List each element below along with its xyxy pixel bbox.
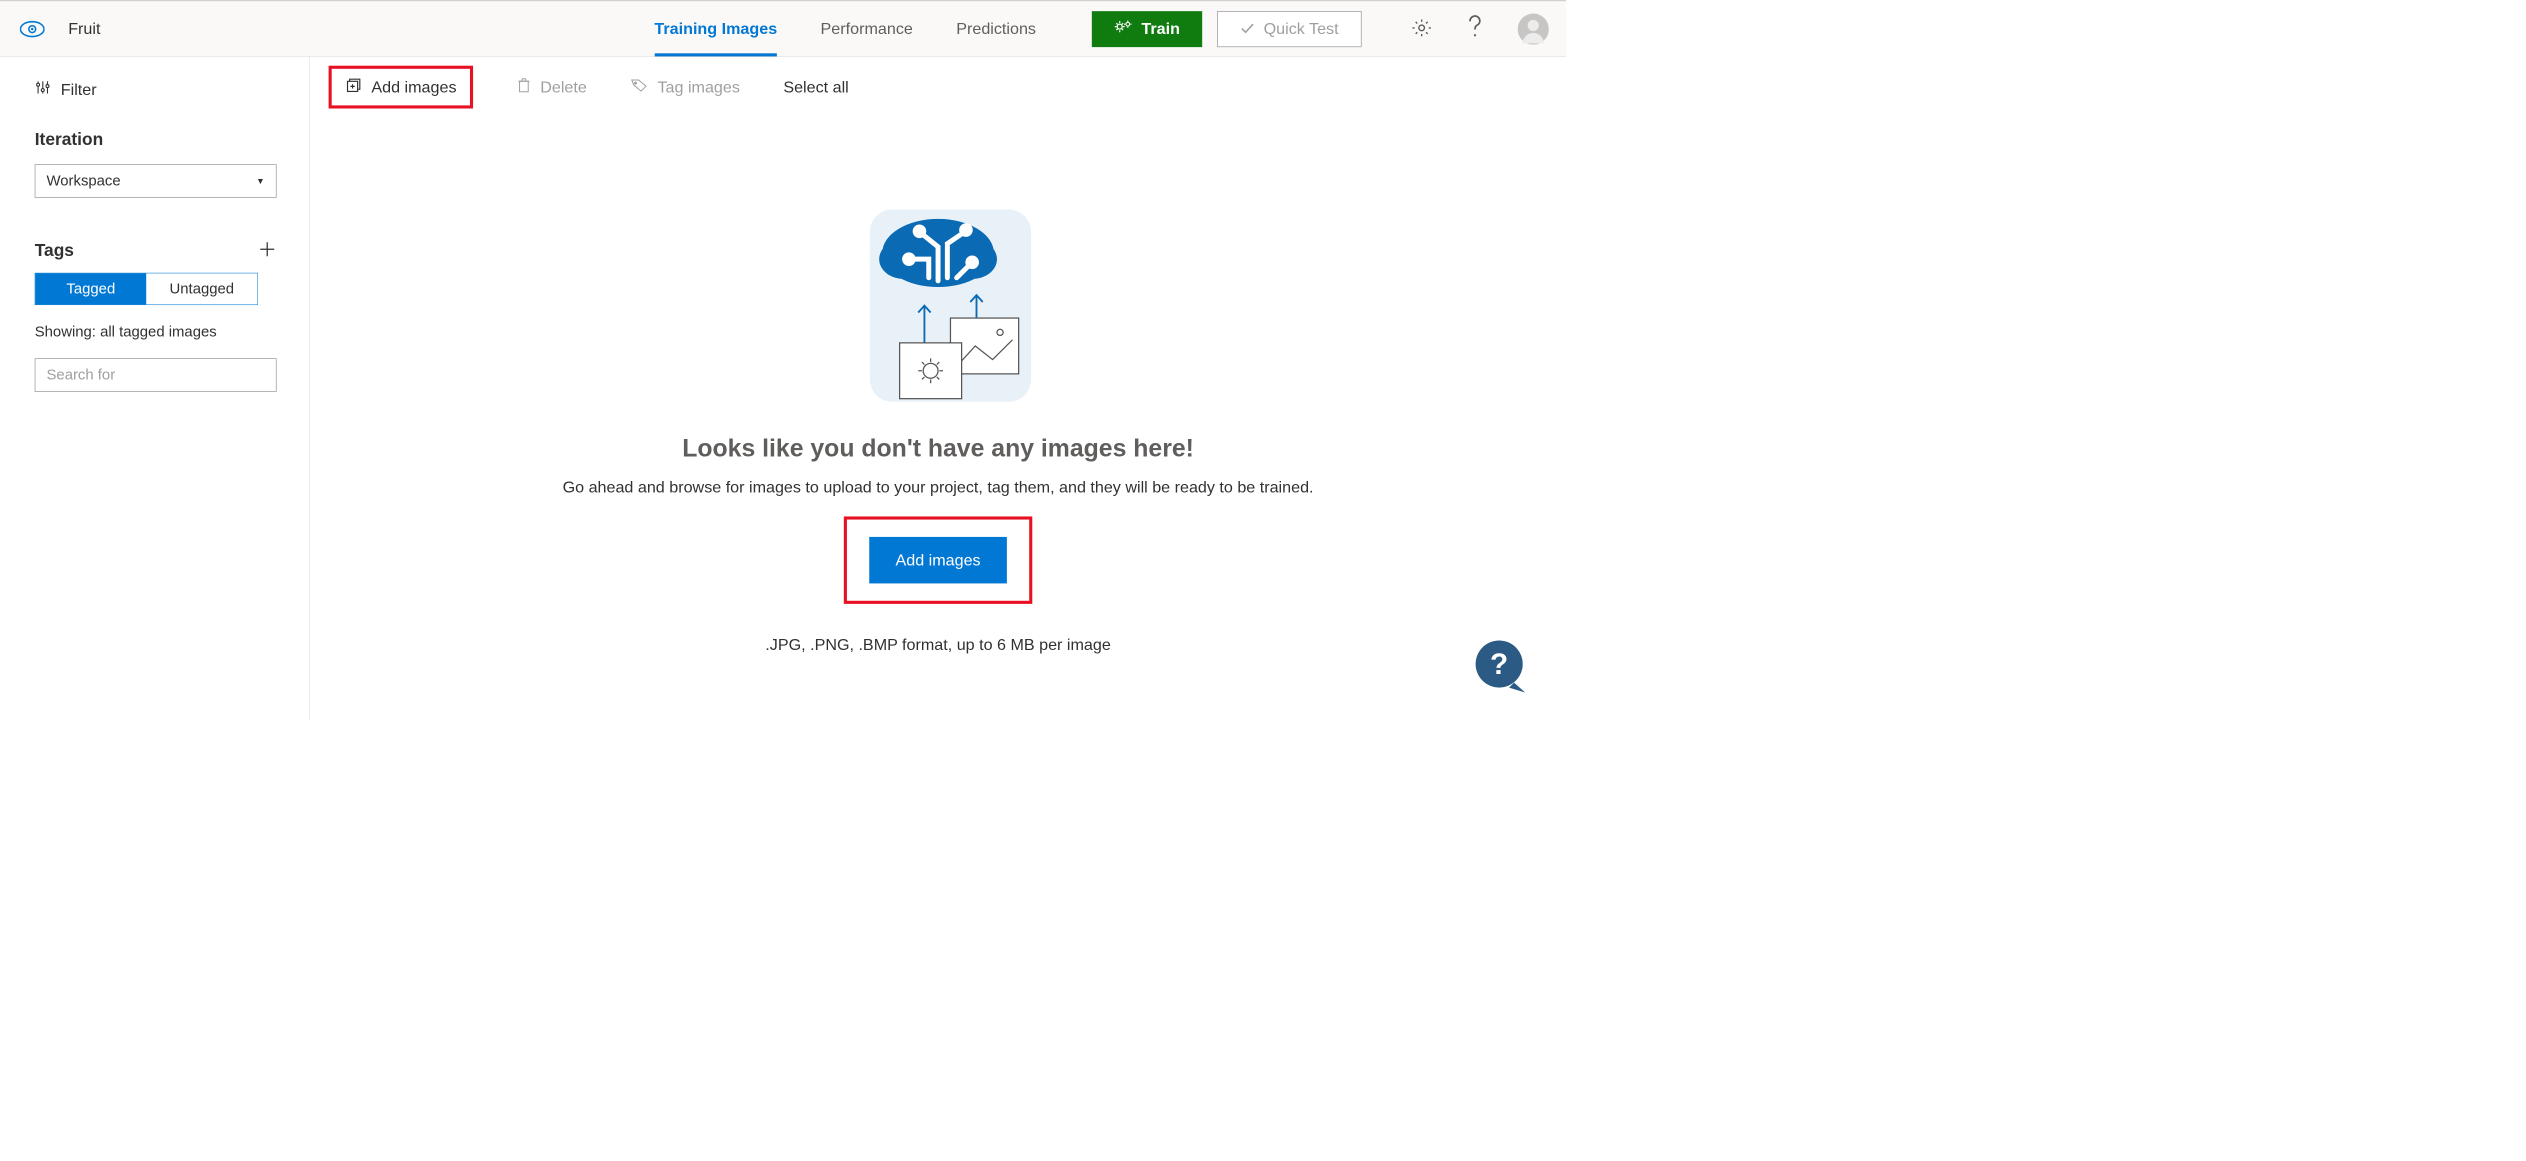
train-button-label: Train <box>1141 19 1180 38</box>
tab-performance[interactable]: Performance <box>821 1 913 56</box>
help-icon[interactable] <box>1466 15 1485 43</box>
tab-predictions[interactable]: Predictions <box>956 1 1036 56</box>
empty-subtitle: Go ahead and browse for images to upload… <box>563 477 1314 496</box>
tags-toggle: Tagged Untagged <box>35 273 258 305</box>
filter-label: Filter <box>61 80 97 99</box>
tag-icon <box>630 77 649 96</box>
tag-images-label: Tag images <box>657 77 739 96</box>
trash-icon <box>517 76 532 98</box>
iteration-label: Iteration <box>35 130 275 150</box>
select-all-button[interactable]: Select all <box>783 77 848 96</box>
svg-text:?: ? <box>1490 648 1508 681</box>
toolbar: Add images Delete <box>310 57 1566 117</box>
tags-label: Tags <box>35 240 74 260</box>
add-images-highlight: Add images <box>329 65 474 108</box>
avatar[interactable] <box>1518 13 1549 44</box>
delete-label: Delete <box>540 77 587 96</box>
sidebar: Filter Iteration Workspace ▼ Tags Tagged… <box>0 57 310 720</box>
quick-test-label: Quick Test <box>1264 19 1339 38</box>
tab-training-images[interactable]: Training Images <box>654 1 777 56</box>
tag-images-button: Tag images <box>630 77 740 96</box>
check-icon <box>1240 19 1255 38</box>
empty-title: Looks like you don't have any images her… <box>682 435 1194 463</box>
chevron-down-icon: ▼ <box>256 176 265 186</box>
add-images-label: Add images <box>371 77 456 96</box>
add-images-cta-highlight: Add images <box>844 516 1032 603</box>
add-images-cta[interactable]: Add images <box>869 537 1006 584</box>
select-all-label: Select all <box>783 77 848 96</box>
empty-illustration <box>833 185 1044 410</box>
top-nav: Training Images Performance Predictions <box>654 1 1036 56</box>
topbar: Fruit Training Images Performance Predic… <box>0 0 1566 57</box>
filter-icon <box>35 79 51 99</box>
showing-text: Showing: all tagged images <box>35 324 275 341</box>
formats-text: .JPG, .PNG, .BMP format, up to 6 MB per … <box>765 635 1111 654</box>
top-actions: Train Quick Test <box>1092 11 1362 47</box>
toggle-untagged[interactable]: Untagged <box>146 273 257 304</box>
tag-search-input[interactable] <box>35 358 277 391</box>
delete-button: Delete <box>517 76 587 98</box>
add-images-icon <box>345 76 362 98</box>
filter-row[interactable]: Filter <box>35 79 275 99</box>
quick-test-button[interactable]: Quick Test <box>1217 11 1361 47</box>
toggle-tagged[interactable]: Tagged <box>35 273 146 304</box>
train-button[interactable]: Train <box>1092 11 1202 47</box>
eye-icon <box>20 20 45 37</box>
main-content: Add images Delete <box>310 57 1566 720</box>
gears-icon <box>1114 19 1133 38</box>
top-icons <box>1411 13 1549 44</box>
iteration-value: Workspace <box>47 172 121 189</box>
add-images-button[interactable]: Add images <box>345 76 456 98</box>
floating-help-button[interactable]: ? <box>1472 638 1529 695</box>
empty-state: Looks like you don't have any images her… <box>310 117 1566 720</box>
gear-icon[interactable] <box>1411 17 1432 40</box>
iteration-select[interactable]: Workspace ▼ <box>35 164 277 197</box>
add-tag-button[interactable] <box>258 240 277 260</box>
project-name: Fruit <box>68 19 100 38</box>
